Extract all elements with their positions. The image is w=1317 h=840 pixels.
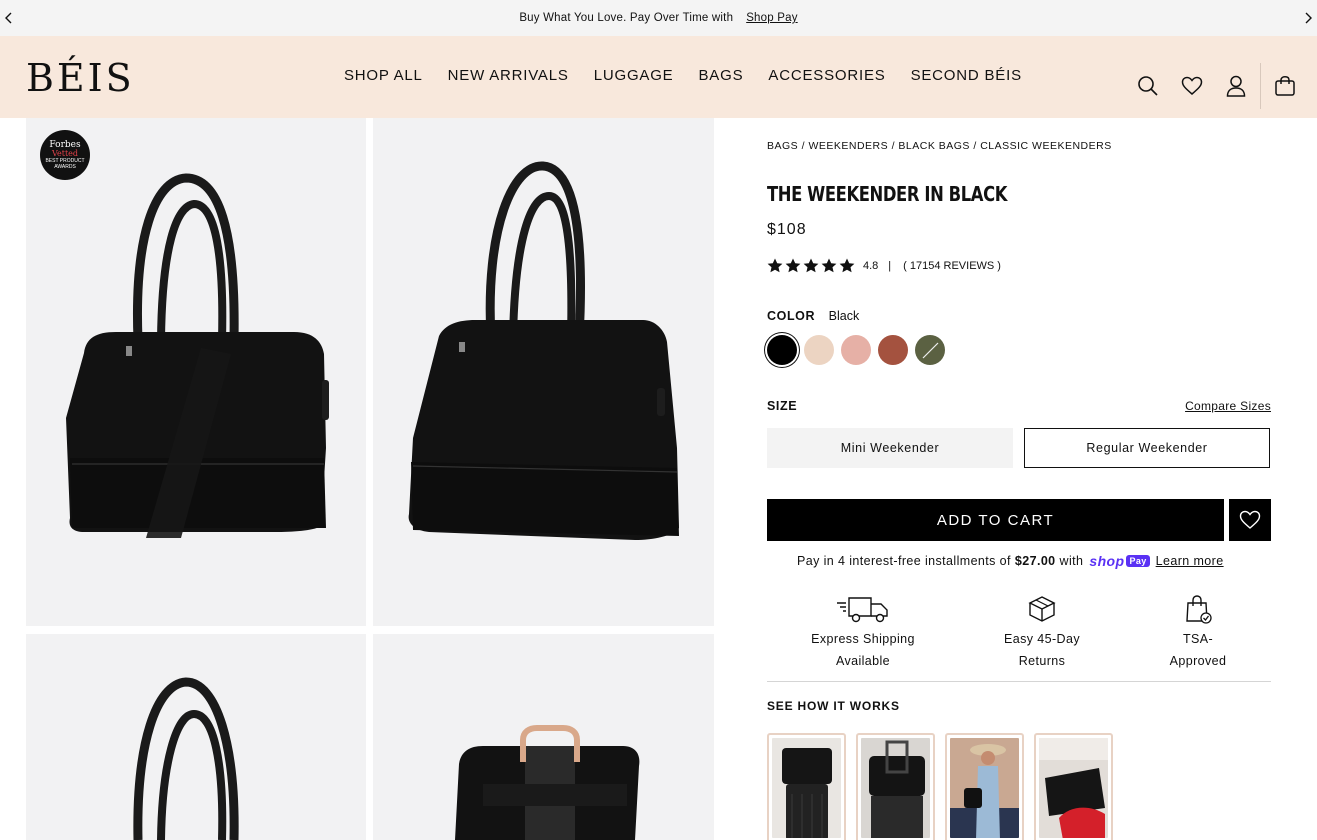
product-price: $108 [767,221,807,238]
star-icon [803,258,819,273]
product-image-luggage-sleeve[interactable] [373,634,714,840]
size-label: SIZE [767,399,798,413]
video-thumbnail-1[interactable] [767,733,846,840]
forbes-award-badge: Forbes Vetted BEST PRODUCT AWARDS [40,130,90,180]
rating-stars [767,258,855,273]
rating-value: 4.8 [863,259,879,272]
box-icon [1027,592,1057,626]
nav-second-beis[interactable]: SECOND BÉIS [911,67,1022,84]
color-swatches [767,335,945,365]
cart-icon[interactable] [1273,74,1297,98]
perk-line1: Easy 45-Day [1004,632,1080,646]
installments-with: with [1059,554,1084,568]
see-how-it-works-heading: SEE HOW IT WORKS [767,699,900,713]
product-image-front[interactable]: Forbes Vetted BEST PRODUCT AWARDS [26,118,366,626]
installments-text: Pay in 4 interest-free installments of [797,554,1011,568]
shopping-bag-check-icon [1184,592,1212,626]
learn-more-link[interactable]: Learn more [1156,554,1224,568]
breadcrumb-black-bags[interactable]: BLACK BAGS [898,140,970,152]
video-thumbnail-3[interactable] [945,733,1024,840]
weekender-on-luggage-image [455,725,640,840]
perk-line2: Available [835,654,891,668]
swatch-beige[interactable] [804,335,834,365]
color-label: COLOR [767,309,816,323]
breadcrumb-classic-weekenders[interactable]: CLASSIC WEEKENDERS [980,140,1112,152]
logo[interactable]: BÉIS [26,54,135,102]
strikethrough-icon [922,342,939,359]
swatch-pink[interactable] [841,335,871,365]
perk-line1: TSA- [1182,632,1214,646]
perk-tsa-approved: TSA- Approved [1157,592,1239,672]
size-regular-weekender[interactable]: Regular Weekender [1024,428,1270,468]
perk-line1: Express Shipping [811,632,915,646]
header-divider [1260,63,1261,109]
color-label-row: COLOR Black [767,309,859,323]
rating-summary: 4.8 | ( 17154 REVIEWS ) [767,258,1001,273]
how-it-works-thumbnails [767,733,1113,840]
announcement-text: Buy What You Love. Pay Over Time with [519,12,734,24]
add-to-cart-button[interactable]: ADD TO CART [767,499,1224,541]
perk-express-shipping: Express Shipping Available [811,592,915,672]
chevron-left-icon[interactable] [2,10,16,26]
video-thumbnail-2[interactable] [856,733,935,840]
breadcrumb-bags[interactable]: BAGS [767,140,798,152]
main-nav: SHOP ALL NEW ARRIVALS LUGGAGE BAGS ACCES… [344,67,1047,84]
product-title: The Weekender in Black [767,182,1008,206]
shop-pay-link[interactable]: Shop Pay [746,12,797,24]
heart-icon [1239,510,1261,529]
nav-shop-all[interactable]: SHOP ALL [344,67,423,84]
star-icon [821,258,837,273]
header-icons [1116,63,1297,109]
swatch-olive-sold-out[interactable] [915,335,945,365]
perks-row: Express Shipping Available Easy 45-Day R… [767,592,1271,682]
product-image-back[interactable] [26,634,366,840]
star-icon [767,258,783,273]
swatch-rust[interactable] [878,335,908,365]
truck-icon [835,592,891,626]
chevron-right-icon[interactable] [1301,10,1315,26]
weekender-bag-back-image [133,677,239,840]
weekender-bag-side-image [408,161,679,540]
heart-icon[interactable] [1180,74,1204,98]
video-thumbnail-4[interactable] [1034,733,1113,840]
shop-pay-logo: shop Pay [1089,553,1150,569]
product-gallery: Forbes Vetted BEST PRODUCT AWARDS [26,118,714,840]
site-header: BÉIS SHOP ALL NEW ARRIVALS LUGGAGE BAGS … [0,36,1317,118]
perk-line2: Approved [1169,654,1227,668]
weekender-bag-front-image [66,173,329,538]
installments-row: Pay in 4 interest-free installments of $… [797,553,1224,569]
nav-luggage[interactable]: LUGGAGE [594,67,674,84]
size-mini-weekender[interactable]: Mini Weekender [767,428,1013,468]
announcement-bar: Buy What You Love. Pay Over Time with Sh… [0,0,1317,36]
breadcrumb-weekenders[interactable]: WEEKENDERS [808,140,888,152]
perk-easy-returns: Easy 45-Day Returns [992,592,1092,672]
perk-line2: Returns [1018,654,1066,668]
rating-separator: | [888,259,892,272]
color-selected: Black [828,309,860,323]
account-icon[interactable] [1224,74,1248,98]
nav-accessories[interactable]: ACCESSORIES [768,67,885,84]
star-icon [785,258,801,273]
star-icon [839,258,855,273]
wishlist-button[interactable] [1229,499,1271,541]
installments-amount: $27.00 [1014,554,1056,568]
search-icon[interactable] [1136,74,1160,98]
compare-sizes-link[interactable]: Compare Sizes [1185,399,1271,413]
nav-bags[interactable]: BAGS [699,67,744,84]
reviews-link[interactable]: ( 17154 REVIEWS ) [903,260,1001,272]
nav-new-arrivals[interactable]: NEW ARRIVALS [448,67,569,84]
product-image-side[interactable] [373,118,714,626]
swatch-black[interactable] [767,335,797,365]
breadcrumb: BAGS / WEEKENDERS / BLACK BAGS / CLASSIC… [767,140,1112,152]
